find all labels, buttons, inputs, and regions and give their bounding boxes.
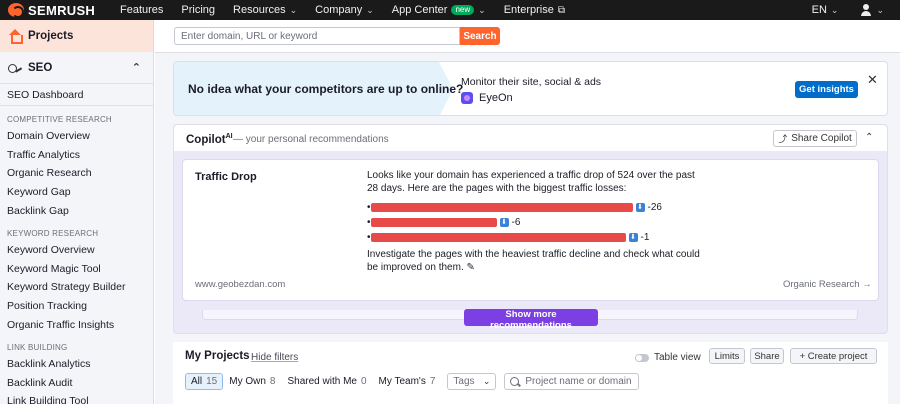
nav-app-center[interactable]: App Center new ⌄ <box>392 4 486 16</box>
chevron-down-icon: ⌄ <box>289 4 298 15</box>
sidebar-item-seo-dashboard[interactable]: SEO Dashboard <box>0 84 153 106</box>
chevron-down-icon: ⌄ <box>830 4 839 15</box>
brand-name: SEMRUSH <box>28 2 96 18</box>
eyeon-icon <box>461 92 473 104</box>
sidebar-item-domain-overview[interactable]: Domain Overview <box>0 127 153 146</box>
chevron-down-icon: ⌄ <box>366 4 374 15</box>
arrow-down-icon: ⬇ <box>635 203 645 212</box>
copilot-subtitle: — your personal recommendations <box>233 134 389 145</box>
create-project-button[interactable]: + Create project <box>790 348 877 364</box>
search-bar: Search <box>155 20 900 53</box>
nav-pricing[interactable]: Pricing <box>181 4 215 16</box>
projects-title: My Projects <box>185 350 250 362</box>
sidebar-item-keyword-strategy-builder[interactable]: Keyword Strategy Builder <box>0 278 153 297</box>
chevron-down-icon: ⌄ <box>876 4 884 15</box>
search-input[interactable] <box>174 27 460 45</box>
card-advice: Investigate the pages with the heaviest … <box>367 249 700 273</box>
projects-section: My Projects Hide filters Table view Limi… <box>173 342 888 404</box>
banner-title: No idea what your competitors are up to … <box>188 82 464 96</box>
sidebar-item-keyword-gap[interactable]: Keyword Gap <box>0 183 153 202</box>
sidebar: Projects SEO ⌃ SEO Dashboard COMPETITIVE… <box>0 20 154 404</box>
eyeon-product: EyeOn <box>461 92 513 104</box>
list-item: • ⬇ -26 <box>367 202 662 213</box>
sidebar-item-keyword-overview[interactable]: Keyword Overview <box>0 241 153 260</box>
sidebar-item-backlink-audit[interactable]: Backlink Audit <box>0 374 153 393</box>
toggle-switch <box>635 353 649 362</box>
copilot-header: CopilotAI — your personal recommendation… <box>174 125 887 151</box>
list-item: • ⬇ -6 <box>367 217 521 228</box>
sidebar-item-projects[interactable]: Projects <box>0 20 153 52</box>
chevron-up-icon: ⌃ <box>131 62 141 74</box>
banner-subtitle: Monitor their site, social & ads <box>461 76 602 88</box>
arrow-down-icon: ⬇ <box>628 233 638 242</box>
ai-tag: AI <box>225 133 233 140</box>
card-title: Traffic Drop <box>195 171 257 183</box>
hide-filters-link[interactable]: Hide filters <box>251 352 298 363</box>
main-content: Search No idea what your competitors are… <box>155 20 900 404</box>
language-selector[interactable]: EN ⌄ <box>812 4 839 16</box>
sidebar-item-keyword-magic-tool[interactable]: Keyword Magic Tool <box>0 260 153 279</box>
tab-my-own[interactable]: My Own 8 <box>223 373 281 390</box>
sidebar-group-title: KEYWORD RESEARCH <box>7 228 99 238</box>
tab-my-teams[interactable]: My Team's 7 <box>373 373 442 390</box>
tags-select[interactable]: Tags ⌄ <box>447 373 497 390</box>
search-button[interactable]: Search <box>460 27 500 45</box>
nav-features[interactable]: Features <box>120 4 163 16</box>
sidebar-section-seo[interactable]: SEO ⌃ <box>0 52 153 84</box>
tab-shared-with-me[interactable]: Shared with Me 0 <box>281 373 372 390</box>
share-copilot-button[interactable]: ⤴ Share Copilot <box>773 130 857 147</box>
share-icon: ⤴ <box>778 134 788 144</box>
copilot-title: CopilotAI <box>186 133 233 146</box>
new-badge: new <box>451 5 475 15</box>
sidebar-item-backlink-gap[interactable]: Backlink Gap <box>0 201 153 220</box>
share-button[interactable]: Share <box>750 348 784 364</box>
nav-enterprise[interactable]: Enterprise ⧉ <box>504 4 565 16</box>
show-more-recommendations-button[interactable]: Show more recommendations <box>464 309 598 331</box>
recommendation-card: Traffic Drop Looks like your domain has … <box>182 159 879 301</box>
sidebar-item-traffic-analytics[interactable]: Traffic Analytics <box>0 146 153 165</box>
sidebar-group-title: COMPETITIVE RESEARCH <box>7 115 112 124</box>
organic-research-link[interactable]: Organic Research → <box>783 279 872 290</box>
external-link-icon: ⧉ <box>557 4 565 16</box>
home-icon <box>8 28 23 44</box>
collapse-icon[interactable]: ⌃ <box>865 132 873 143</box>
sidebar-item-link-building-tool[interactable]: Link Building Tool <box>0 392 153 404</box>
arrow-down-icon: ⬇ <box>499 218 509 227</box>
close-icon[interactable]: ✕ <box>867 72 878 88</box>
semrush-logo-icon <box>8 3 24 18</box>
chevron-down-icon: ⌄ <box>478 4 486 15</box>
get-insights-button[interactable]: Get insights <box>795 81 858 98</box>
semrush-logo[interactable]: SEMRUSH <box>8 3 120 18</box>
user-menu[interactable]: ⌄ <box>860 4 884 16</box>
sidebar-item-position-tracking[interactable]: Position Tracking <box>0 297 153 316</box>
user-icon <box>860 4 872 16</box>
nav-company[interactable]: Company ⌄ <box>315 4 374 16</box>
promo-banner: No idea what your competitors are up to … <box>173 61 888 116</box>
list-item: • ⬇ -1 <box>367 232 650 243</box>
sidebar-item-organic-research[interactable]: Organic Research <box>0 164 153 183</box>
nav-resources[interactable]: Resources ⌄ <box>233 4 297 16</box>
chevron-down-icon: ⌄ <box>482 376 491 386</box>
pencil-icon: ✎ <box>466 262 475 273</box>
redacted-url <box>370 233 626 242</box>
table-view-toggle[interactable]: Table view <box>635 352 701 363</box>
card-description: Looks like your domain has experienced a… <box>367 170 695 194</box>
limits-button[interactable]: Limits <box>709 348 745 364</box>
project-filters: All 15 My Own 8 Shared with Me 0 My Team's 7… <box>185 373 640 390</box>
top-nav: SEMRUSH Features Pricing Resources ⌄ Comp… <box>0 0 900 20</box>
card-domain: www.geobezdan.com <box>195 279 286 290</box>
seo-key-icon <box>8 62 22 74</box>
redacted-url <box>370 203 633 212</box>
sidebar-group-title: LINK BUILDING <box>7 342 68 352</box>
tab-all[interactable]: All 15 <box>185 373 224 390</box>
traffic-loss-list: • ⬇ -26 • ⬇ -6 • ⬇ -1 <box>367 200 707 245</box>
redacted-url <box>370 218 497 227</box>
sidebar-item-backlink-analytics[interactable]: Backlink Analytics <box>0 355 153 374</box>
copilot-panel: CopilotAI — your personal recommendation… <box>173 124 888 334</box>
sidebar-item-organic-traffic-insights[interactable]: Organic Traffic Insights <box>0 315 153 334</box>
project-search-input[interactable]: Project name or domain <box>504 373 640 390</box>
search-icon <box>510 377 520 386</box>
